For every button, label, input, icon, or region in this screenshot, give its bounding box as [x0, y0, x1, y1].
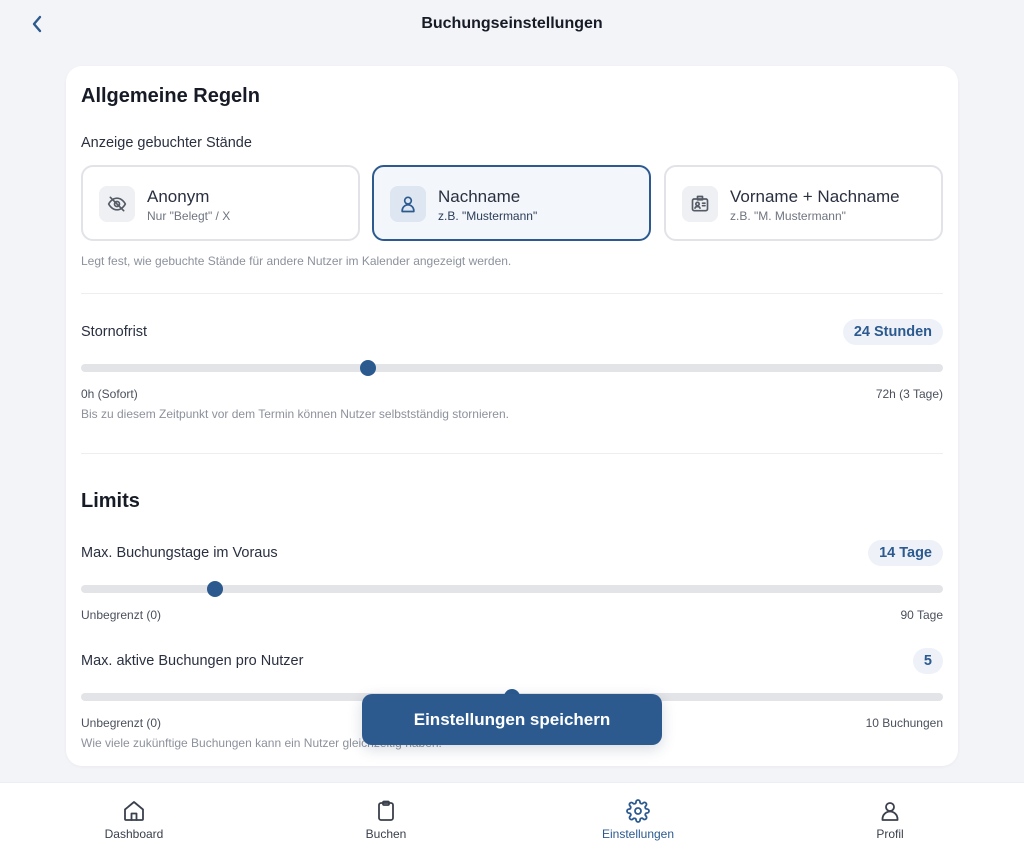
option-title: Nachname [438, 187, 521, 206]
save-settings-button[interactable]: Einstellungen speichern [362, 694, 662, 745]
option-icon-box [682, 186, 718, 222]
advance-days-label: Max. Buchungstage im Voraus [81, 545, 278, 561]
option-nachname[interactable]: Nachname z.B. "Mustermann" [372, 165, 651, 241]
slider-thumb[interactable] [207, 581, 224, 597]
slider-min-label: 0h (Sofort) [81, 387, 138, 401]
divider [81, 453, 943, 454]
display-label: Anzeige gebuchter Stände [81, 135, 252, 151]
slider-min-label: Unbegrenzt (0) [81, 608, 162, 622]
cancellation-slider[interactable] [81, 360, 943, 376]
nav-label: Dashboard [104, 827, 164, 841]
cancellation-label: Stornofrist [81, 324, 148, 340]
slider-min-label: Unbegrenzt (0) [81, 716, 162, 730]
eye-off-icon [107, 196, 127, 212]
option-title: Vorname + Nachname [730, 187, 900, 206]
clipboard-icon [378, 800, 394, 821]
slider-thumb[interactable] [360, 360, 377, 376]
bottom-nav: Dashboard Buchen Einstellungen Profil [0, 782, 1024, 858]
option-icon-box [390, 186, 426, 222]
active-bookings-label: Max. aktive Buchungen pro Nutzer [81, 653, 304, 669]
advance-days-slider[interactable] [81, 581, 943, 597]
id-card-icon [691, 195, 709, 212]
slider-max-label: 10 Buchungen [865, 716, 943, 730]
page-title: Buchungseinstellungen [421, 15, 603, 32]
divider [81, 293, 943, 294]
option-subtitle: z.B. "Mustermann" [438, 209, 538, 223]
nav-label: Profil [876, 827, 904, 841]
gear-icon [626, 799, 650, 823]
option-anonym[interactable]: Anonym Nur "Belegt" / X [81, 165, 360, 241]
cancellation-value-badge: 24 Stunden [842, 319, 943, 345]
user-icon [401, 196, 415, 213]
nav-item-einstellungen[interactable]: Einstellungen [510, 783, 766, 858]
active-bookings-value-badge: 5 [912, 648, 943, 674]
settings-card: Allgemeine Regeln Anzeige gebuchter Stän… [66, 66, 958, 766]
nav-label: Einstellungen [601, 827, 675, 841]
top-bar: Buchungseinstellungen [0, 0, 1024, 50]
section-title-limits: Limits [81, 490, 140, 512]
slider-max-label: 72h (3 Tage) [875, 387, 943, 401]
nav-item-buchen[interactable]: Buchen [258, 783, 514, 858]
option-subtitle: Nur "Belegt" / X [147, 209, 231, 223]
option-icon-box [99, 186, 135, 222]
user-icon [881, 802, 899, 821]
section-title-general: Allgemeine Regeln [81, 85, 260, 107]
nav-item-profil[interactable]: Profil [762, 783, 1018, 858]
nav-item-dashboard[interactable]: Dashboard [6, 783, 262, 858]
slider-max-label: 90 Tage [900, 608, 944, 622]
nav-label: Buchen [365, 827, 407, 841]
option-subtitle: z.B. "M. Mustermann" [730, 209, 846, 223]
home-icon [124, 801, 144, 821]
option-vorname-nachname[interactable]: Vorname + Nachname z.B. "M. Mustermann" [664, 165, 943, 241]
advance-days-value-badge: 14 Tage [868, 540, 943, 566]
display-hint: Legt fest, wie gebuchte Stände für ander… [81, 254, 512, 268]
option-title: Anonym [147, 187, 210, 206]
cancellation-hint: Bis zu diesem Zeitpunkt vor dem Termin k… [81, 407, 509, 421]
display-options: Anonym Nur "Belegt" / X Nachname z.B. "M… [81, 165, 943, 241]
